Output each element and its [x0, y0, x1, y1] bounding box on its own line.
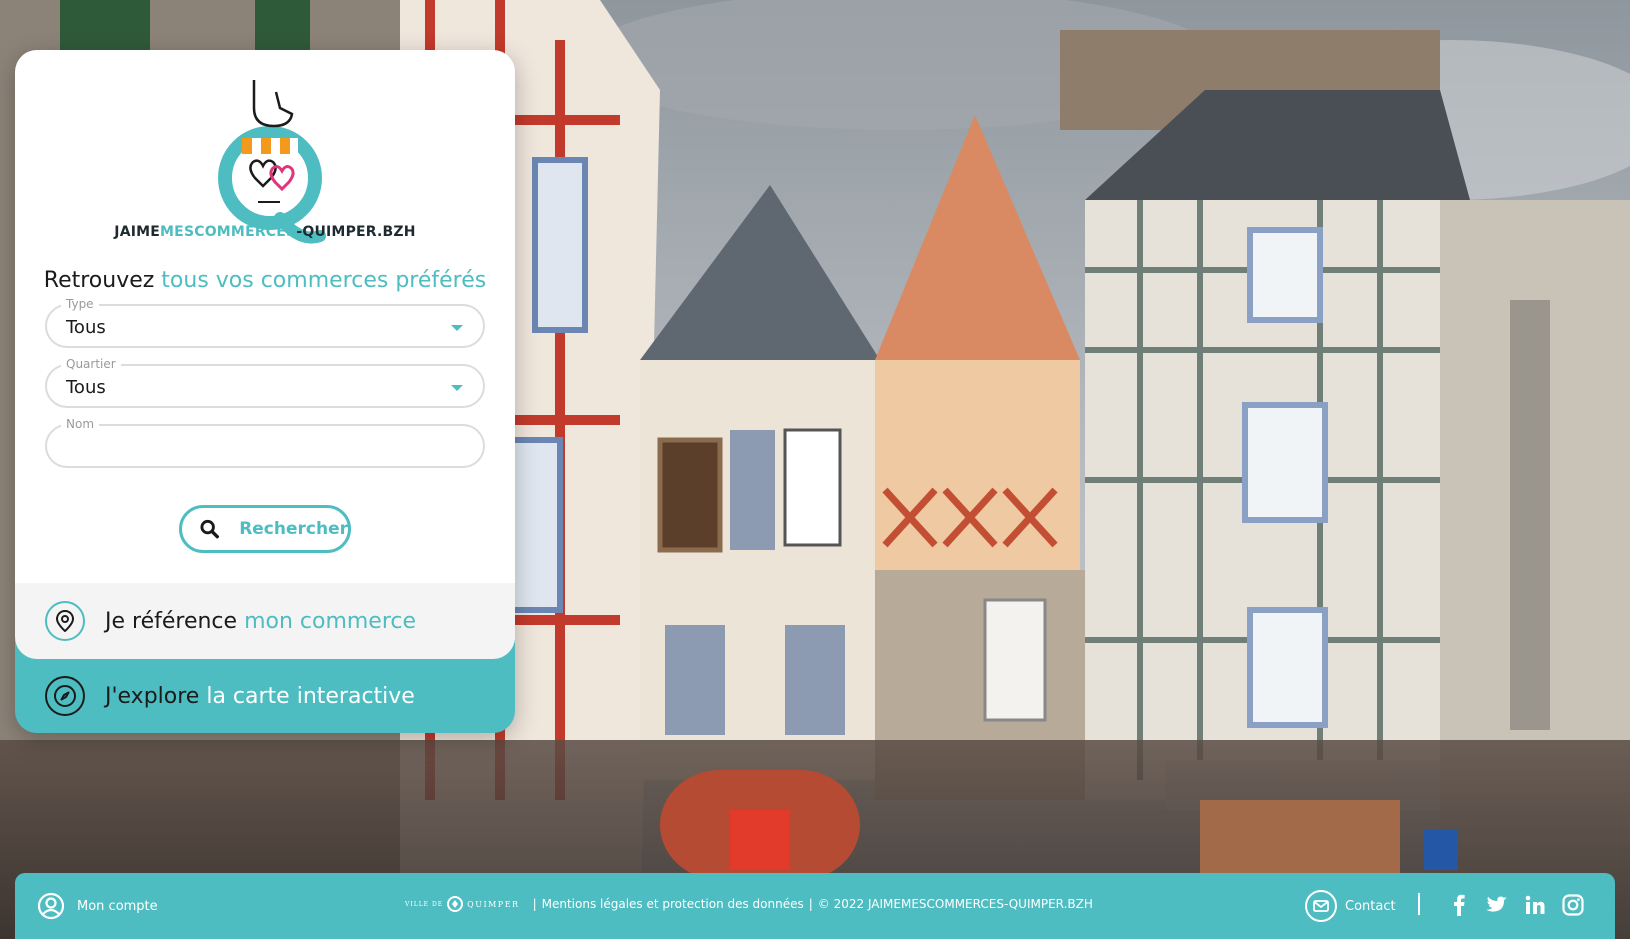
- chevron-down-icon: [451, 385, 463, 391]
- search-icon: [200, 519, 219, 539]
- explore-label-part1: J'explore: [105, 683, 207, 709]
- footer-divider: [1418, 893, 1420, 915]
- reference-commerce-link[interactable]: Je référence mon commerce: [15, 583, 515, 659]
- footer: Mon compte VILLE DE QUIMPER | Mentions l…: [15, 873, 1615, 939]
- search-card: JAIMEMESCOMMERCES-QUIMPER.BZH Retrouvez …: [15, 50, 515, 733]
- account-link[interactable]: Mon compte: [37, 892, 158, 920]
- ville-big-text: QUIMPER: [467, 899, 520, 909]
- social-links: [1447, 893, 1599, 917]
- instagram-icon[interactable]: [1561, 893, 1585, 917]
- account-label: Mon compte: [77, 898, 158, 914]
- copyright-text: © 2022 JAIMEMESCOMMERCES-QUIMPER.BZH: [817, 897, 1093, 911]
- quartier-select[interactable]: Quartier Tous: [45, 357, 485, 408]
- type-value: Tous: [66, 317, 106, 338]
- twitter-icon[interactable]: [1485, 893, 1509, 917]
- ville-small-text: VILLE DE: [405, 900, 444, 908]
- reference-label: Je référence mon commerce: [105, 609, 416, 634]
- quimper-emblem-icon: [447, 896, 464, 912]
- site-name-part3: -QUIMPER.BZH: [296, 224, 416, 240]
- location-pin-icon: [45, 601, 85, 641]
- search-headline: Retrouvez tous vos commerces préférés: [15, 268, 515, 293]
- nom-input[interactable]: [63, 434, 463, 460]
- reference-label-part2: mon commerce: [244, 608, 417, 634]
- user-icon: [37, 892, 65, 920]
- search-button-label: Rechercher: [239, 519, 348, 539]
- type-label: Type: [61, 297, 99, 311]
- footer-separator: |: [532, 897, 537, 911]
- chevron-down-icon: [451, 325, 463, 331]
- explore-label-part2: la carte interactive: [206, 683, 415, 709]
- ville-de-quimper-logo[interactable]: VILLE DE QUIMPER: [405, 895, 520, 913]
- footer-legal: VILLE DE QUIMPER | Mentions légales et p…: [405, 895, 1093, 913]
- site-name-part1: JAIME: [114, 224, 161, 240]
- linkedin-icon[interactable]: [1523, 893, 1547, 917]
- site-name: JAIMEMESCOMMERCES-QUIMPER.BZH: [15, 224, 515, 240]
- site-name-part2: MESCOMMERCES: [160, 224, 297, 240]
- explore-label: J'explore la carte interactive: [105, 684, 415, 709]
- site-logo[interactable]: [130, 78, 410, 248]
- search-button[interactable]: Rechercher: [179, 505, 351, 553]
- nom-label: Nom: [61, 417, 100, 431]
- headline-part2: tous vos commerces préférés: [161, 268, 487, 293]
- mail-icon: [1305, 890, 1337, 922]
- nom-field: Nom: [45, 417, 485, 468]
- reference-label-part1: Je référence: [105, 608, 245, 634]
- compass-icon: [45, 676, 85, 716]
- legal-link[interactable]: Mentions légales et protection des donné…: [542, 897, 804, 911]
- quartier-label: Quartier: [61, 357, 121, 371]
- footer-separator: |: [808, 897, 813, 911]
- type-select[interactable]: Type Tous: [45, 297, 485, 348]
- contact-link[interactable]: Contact: [1305, 890, 1396, 922]
- contact-label: Contact: [1345, 898, 1396, 914]
- search-panel: JAIMEMESCOMMERCES-QUIMPER.BZH Retrouvez …: [15, 50, 515, 583]
- quartier-value: Tous: [66, 377, 106, 398]
- headline-part1: Retrouvez: [43, 268, 162, 293]
- facebook-icon[interactable]: [1447, 893, 1471, 917]
